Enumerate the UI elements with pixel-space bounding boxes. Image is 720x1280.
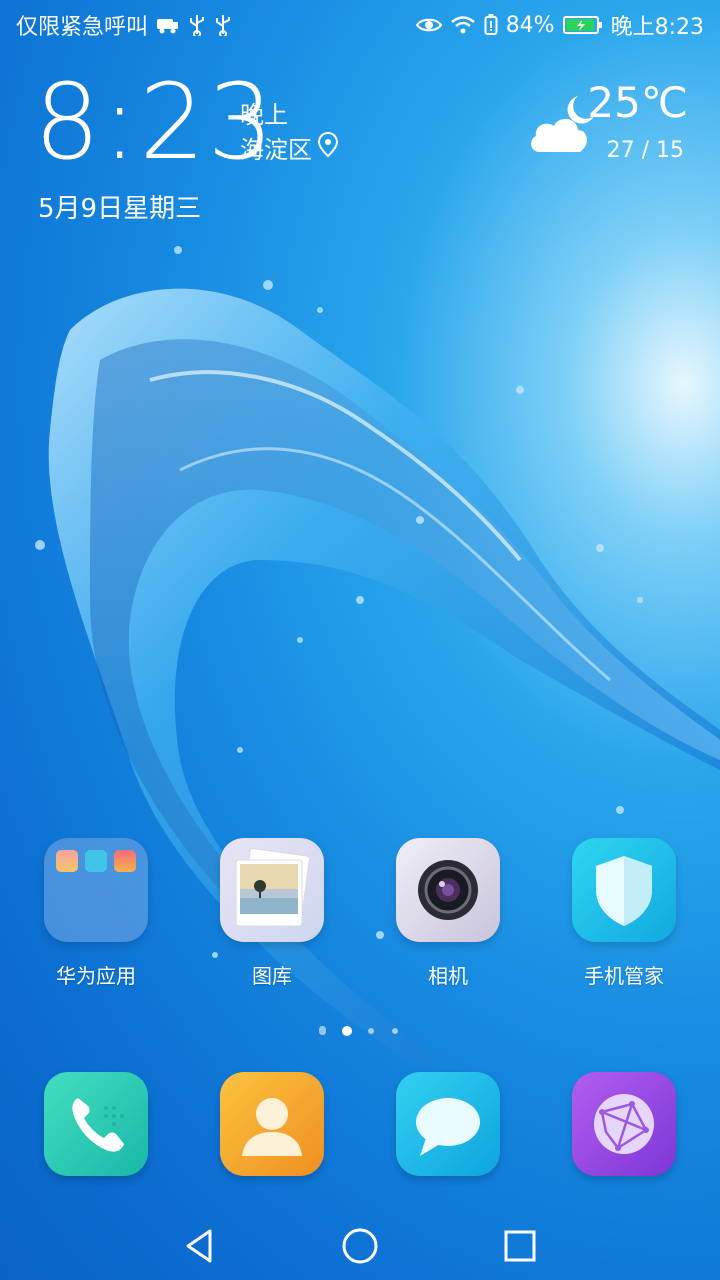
weather-widget[interactable]: 25℃ 27 / 15 — [526, 78, 696, 178]
messages-icon — [396, 1098, 500, 1180]
clock-location: 海淀区 — [240, 131, 339, 167]
usb-icon — [188, 14, 206, 36]
battery-percent: 84% — [505, 12, 555, 38]
app-label: 华为应用 — [56, 964, 136, 988]
weather-temperature: 25℃ — [587, 78, 688, 127]
dock-contacts[interactable] — [220, 1072, 324, 1176]
health-mini-icon — [85, 850, 107, 872]
battery-saver-icon — [484, 14, 498, 36]
app-label: 手机管家 — [584, 964, 664, 988]
themes-mini-icon — [114, 850, 136, 872]
page-dot — [368, 1028, 374, 1034]
back-icon[interactable] — [180, 1226, 220, 1266]
home-icon[interactable] — [340, 1226, 380, 1266]
clock-side-info: 晚上 海淀区 — [240, 98, 339, 167]
status-bar-left: 仅限紧急呼叫 — [16, 9, 232, 41]
app-phone-manager[interactable]: 手机管家 — [554, 838, 694, 989]
camera-icon — [396, 838, 500, 942]
location-pin-icon — [317, 131, 339, 167]
wallet-mini-icon — [56, 850, 78, 872]
page-dot-active — [342, 1026, 352, 1036]
phone-icon — [44, 1098, 148, 1180]
recents-icon[interactable] — [500, 1226, 540, 1266]
app-camera[interactable]: 相机 — [378, 838, 518, 989]
browser-icon — [572, 1094, 676, 1180]
page-dot — [392, 1028, 398, 1034]
folder-icon — [44, 838, 148, 942]
app-label: 相机 — [428, 964, 468, 988]
app-huawei-apps-folder[interactable]: 华为应用 — [26, 838, 166, 989]
dock-messages[interactable] — [396, 1072, 500, 1176]
gallery-icon — [220, 838, 324, 942]
page-dot-negative — [319, 1026, 326, 1035]
clock-period: 晚上 — [240, 101, 288, 129]
dock-browser[interactable] — [572, 1072, 676, 1176]
battery-charging-icon — [562, 14, 603, 36]
dock-phone[interactable] — [44, 1072, 148, 1176]
phone-manager-icon — [572, 838, 676, 942]
car-mode-icon — [156, 16, 180, 34]
app-gallery[interactable]: 图库 — [202, 838, 342, 989]
page-indicator[interactable] — [316, 1024, 406, 1038]
status-time: 晚上8:23 — [610, 15, 704, 40]
clock-widget[interactable]: 8:23 晚上 海淀区 5月9日星期三 — [34, 70, 339, 224]
usb-icon — [214, 14, 232, 36]
wifi-icon — [450, 15, 476, 35]
navigation-bar — [0, 1208, 720, 1280]
app-label: 图库 — [252, 964, 292, 988]
eye-comfort-icon — [415, 16, 442, 34]
clock-date: 5月9日星期三 — [38, 194, 202, 224]
weather-range: 27 / 15 — [606, 138, 684, 163]
status-bar-right: 84% 晚上8:23 — [415, 9, 704, 41]
location-name: 海淀区 — [240, 135, 312, 164]
emergency-calls-only-text: 仅限紧急呼叫 — [16, 15, 149, 40]
status-bar: 仅限紧急呼叫 84% 晚上8:23 — [0, 0, 720, 50]
contacts-icon — [220, 1098, 324, 1180]
